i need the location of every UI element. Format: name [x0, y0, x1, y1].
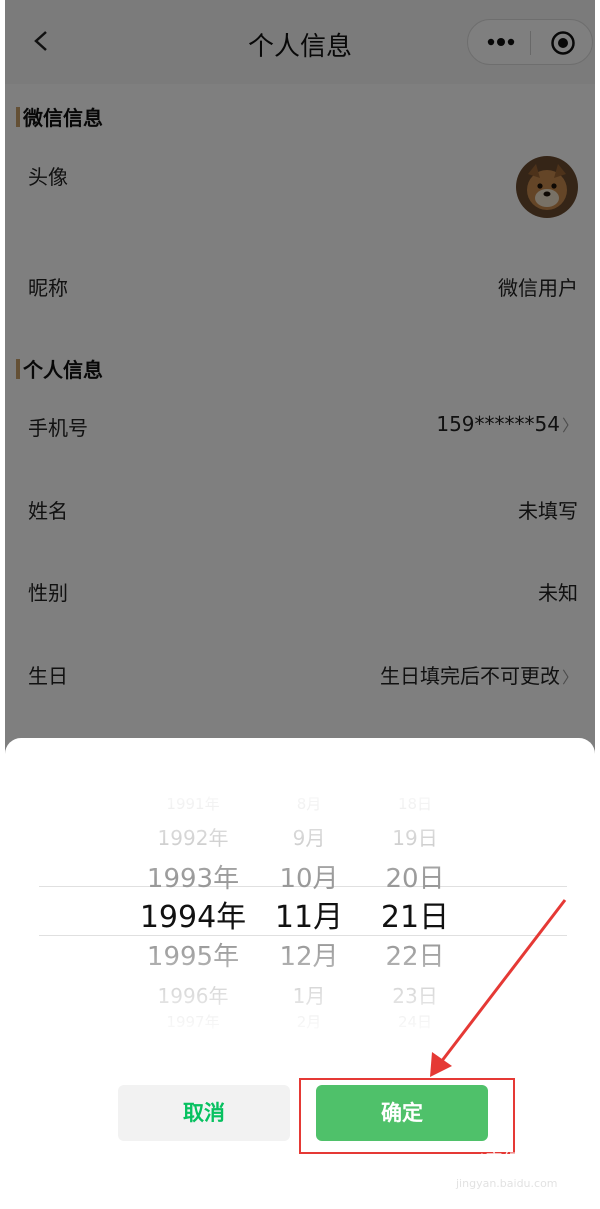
pointer-arrow-icon: [430, 899, 567, 1077]
watermark: Bai度经验 jingyan.baidu.com: [456, 1147, 558, 1190]
watermark-sub: jingyan.baidu.com: [456, 1177, 558, 1190]
watermark-main: Bai度经验: [456, 1151, 539, 1172]
